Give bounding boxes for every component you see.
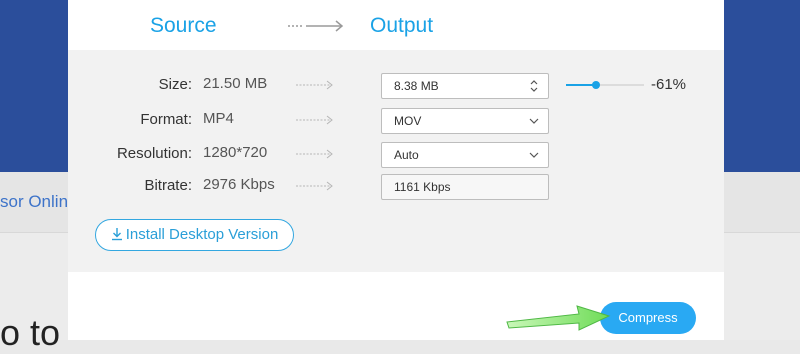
slider-thumb[interactable] <box>592 81 601 89</box>
source-to-output-arrow-icon <box>288 20 344 32</box>
size-label: Size: <box>158 76 192 93</box>
background-heading: o to <box>0 312 61 353</box>
resolution-label: Resolution: <box>116 145 192 162</box>
install-button-label: Install Desktop Version <box>125 226 279 243</box>
bitrate-label: Bitrate: <box>144 177 192 194</box>
size-stepper[interactable]: 8.38 MB <box>381 73 549 99</box>
green-arrow-icon <box>506 305 611 331</box>
size-output-value: 8.38 MB <box>394 79 439 93</box>
up-down-caret-icon[interactable] <box>528 74 540 98</box>
output-heading: Output <box>370 14 434 37</box>
dialog-header: Source Output <box>68 0 724 50</box>
arrow-icon <box>296 181 333 191</box>
format-label: Format: <box>140 111 192 128</box>
format-row: Format: MP4 MOV <box>68 105 724 135</box>
size-row: Size: 21.50 MB 8.38 MB -61% <box>68 70 724 100</box>
resolution-output-value: Auto <box>394 148 419 162</box>
bitrate-field[interactable]: 1161 Kbps <box>381 174 549 200</box>
bitrate-output-value: 1161 Kbps <box>394 180 451 194</box>
size-slider[interactable] <box>566 81 644 89</box>
size-reduction-percent: -61% <box>651 76 687 93</box>
arrow-icon <box>296 80 333 90</box>
download-icon <box>111 228 122 241</box>
compress-dialog: Source Output Size: 21.50 MB 8.38 MB -61… <box>68 0 724 340</box>
resolution-dropdown[interactable]: Auto <box>381 142 549 168</box>
arrow-icon <box>296 149 333 159</box>
resolution-source-value: 1280*720 <box>203 144 268 161</box>
background-nav-text: sor Onlin <box>0 192 69 211</box>
install-desktop-button[interactable]: Install Desktop Version <box>95 219 294 251</box>
bitrate-row: Bitrate: 2976 Kbps 1161 Kbps <box>68 171 724 201</box>
chevron-down-icon[interactable] <box>528 109 540 133</box>
format-dropdown[interactable]: MOV <box>381 108 549 134</box>
bitrate-source-value: 2976 Kbps <box>203 176 275 193</box>
format-source-value: MP4 <box>203 110 234 127</box>
chevron-down-icon[interactable] <box>528 143 540 167</box>
source-heading: Source <box>150 14 217 37</box>
size-source-value: 21.50 MB <box>203 75 268 92</box>
arrow-icon <box>296 115 333 125</box>
settings-panel: Size: 21.50 MB 8.38 MB -61% Format: MP4 … <box>68 50 724 272</box>
format-output-value: MOV <box>394 114 422 128</box>
resolution-row: Resolution: 1280*720 Auto <box>68 139 724 169</box>
